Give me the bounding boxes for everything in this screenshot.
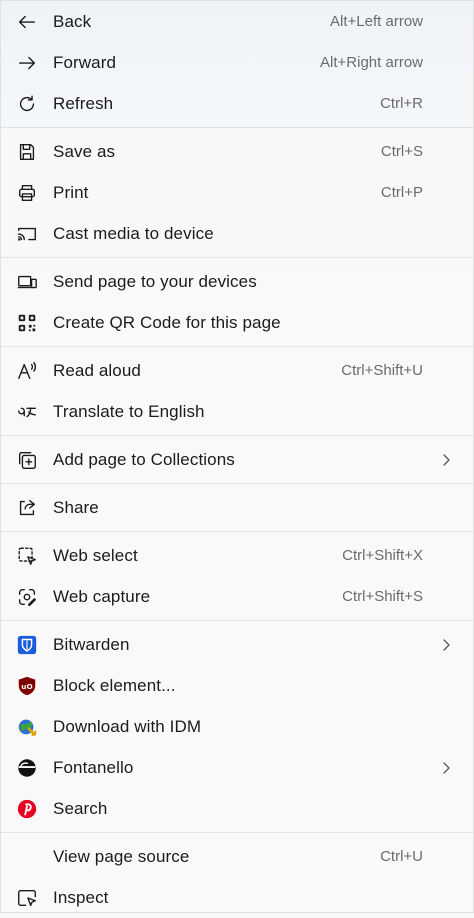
developer-group: View page source Ctrl+U Inspect — [1, 836, 473, 918]
separator — [1, 346, 473, 347]
chevron-right-icon — [443, 638, 450, 651]
share-label: Share — [53, 497, 99, 517]
menu-item-save-as[interactable]: Save as Ctrl+S — [1, 131, 473, 172]
devices-icon — [15, 270, 39, 294]
web-select-label: Web select — [53, 545, 138, 565]
menu-item-cast[interactable]: Cast media to device — [1, 213, 473, 254]
svg-text:uO: uO — [21, 681, 32, 690]
web-select-shortcut: Ctrl+Shift+X — [342, 547, 423, 564]
ublock-shield-icon: uO — [15, 674, 39, 698]
separator — [1, 531, 473, 532]
print-shortcut: Ctrl+P — [380, 184, 423, 201]
block-element-label: Block element... — [53, 675, 176, 695]
menu-item-read-aloud[interactable]: Read aloud Ctrl+Shift+U — [1, 350, 473, 391]
devices-group: Send page to your devices Create QR Code… — [1, 261, 473, 343]
translate-label: Translate to English — [53, 401, 205, 421]
view-source-shortcut: Ctrl+U — [380, 848, 423, 865]
print-label: Print — [53, 182, 89, 202]
reading-group: Read aloud Ctrl+Shift+U Translate to Eng… — [1, 350, 473, 432]
fontanello-label: Fontanello — [53, 757, 134, 777]
translate-icon — [15, 400, 39, 424]
chevron-right-icon — [443, 453, 450, 466]
navigation-group: Back Alt+Left arrow Forward Alt+Right ar… — [1, 1, 473, 124]
collections-label: Add page to Collections — [53, 449, 235, 469]
pinterest-search-label: Search — [53, 798, 108, 818]
menu-item-block-element[interactable]: uO Block element... — [1, 665, 473, 706]
separator — [1, 127, 473, 128]
capture-group: Web select Ctrl+Shift+X Web capture Ctrl… — [1, 535, 473, 617]
menu-item-forward[interactable]: Forward Alt+Right arrow — [1, 42, 473, 83]
forward-arrow-icon — [15, 51, 39, 75]
back-label: Back — [53, 11, 92, 31]
share-group: Share — [1, 487, 473, 528]
web-capture-icon — [15, 585, 39, 609]
menu-item-web-select[interactable]: Web select Ctrl+Shift+X — [1, 535, 473, 576]
menu-item-fontanello[interactable]: Fontanello — [1, 747, 473, 788]
save-as-label: Save as — [53, 141, 116, 161]
refresh-shortcut: Ctrl+R — [380, 95, 423, 112]
menu-item-qr-code[interactable]: Create QR Code for this page — [1, 302, 473, 343]
read-aloud-icon — [15, 359, 39, 383]
separator — [1, 435, 473, 436]
refresh-icon — [15, 92, 39, 116]
bitwarden-label: Bitwarden — [53, 634, 130, 654]
menu-item-view-source[interactable]: View page source Ctrl+U — [1, 836, 473, 877]
web-capture-shortcut: Ctrl+Shift+S — [342, 588, 423, 605]
save-as-shortcut: Ctrl+S — [380, 143, 423, 160]
read-aloud-label: Read aloud — [53, 360, 141, 380]
menu-item-print[interactable]: Print Ctrl+P — [1, 172, 473, 213]
menu-item-idm[interactable]: Download with IDM — [1, 706, 473, 747]
back-shortcut: Alt+Left arrow — [330, 13, 423, 30]
separator — [1, 257, 473, 258]
menu-item-back[interactable]: Back Alt+Left arrow — [1, 1, 473, 42]
menu-item-send-page[interactable]: Send page to your devices — [1, 261, 473, 302]
inspect-label: Inspect — [53, 887, 109, 907]
cast-icon — [15, 222, 39, 246]
separator — [1, 620, 473, 621]
view-source-label: View page source — [53, 846, 190, 866]
chevron-right-icon — [443, 761, 450, 774]
menu-item-share[interactable]: Share — [1, 487, 473, 528]
qr-code-icon — [15, 311, 39, 335]
bitwarden-shield-icon — [15, 633, 39, 657]
web-select-icon — [15, 544, 39, 568]
separator — [1, 483, 473, 484]
forward-label: Forward — [53, 52, 117, 72]
extensions-group: Bitwarden uO Block element... Download w… — [1, 624, 473, 829]
fontanello-icon — [15, 756, 39, 780]
send-page-label: Send page to your devices — [53, 271, 257, 291]
back-arrow-icon — [15, 10, 39, 34]
context-menu: Back Alt+Left arrow Forward Alt+Right ar… — [0, 0, 474, 913]
menu-item-collections[interactable]: Add page to Collections — [1, 439, 473, 480]
share-icon — [15, 496, 39, 520]
menu-item-refresh[interactable]: Refresh Ctrl+R — [1, 83, 473, 124]
forward-shortcut: Alt+Right arrow — [320, 54, 423, 71]
collections-group: Add page to Collections — [1, 439, 473, 480]
separator — [1, 832, 473, 833]
menu-item-web-capture[interactable]: Web capture Ctrl+Shift+S — [1, 576, 473, 617]
idm-globe-icon — [15, 715, 39, 739]
collections-add-icon — [15, 448, 39, 472]
idm-label: Download with IDM — [53, 716, 202, 736]
cast-label: Cast media to device — [53, 223, 214, 243]
printer-icon — [15, 181, 39, 205]
menu-item-bitwarden[interactable]: Bitwarden — [1, 624, 473, 665]
qr-code-label: Create QR Code for this page — [53, 312, 281, 332]
inspect-icon — [15, 886, 39, 910]
web-capture-label: Web capture — [53, 586, 151, 606]
pinterest-icon — [15, 797, 39, 821]
refresh-label: Refresh — [53, 93, 114, 113]
page-actions-group: Save as Ctrl+S Print Ctrl+P Cast media t… — [1, 131, 473, 254]
save-icon — [15, 140, 39, 164]
menu-item-inspect[interactable]: Inspect — [1, 877, 473, 918]
read-aloud-shortcut: Ctrl+Shift+U — [341, 362, 423, 379]
menu-item-pinterest-search[interactable]: Search — [1, 788, 473, 829]
menu-item-translate[interactable]: Translate to English — [1, 391, 473, 432]
